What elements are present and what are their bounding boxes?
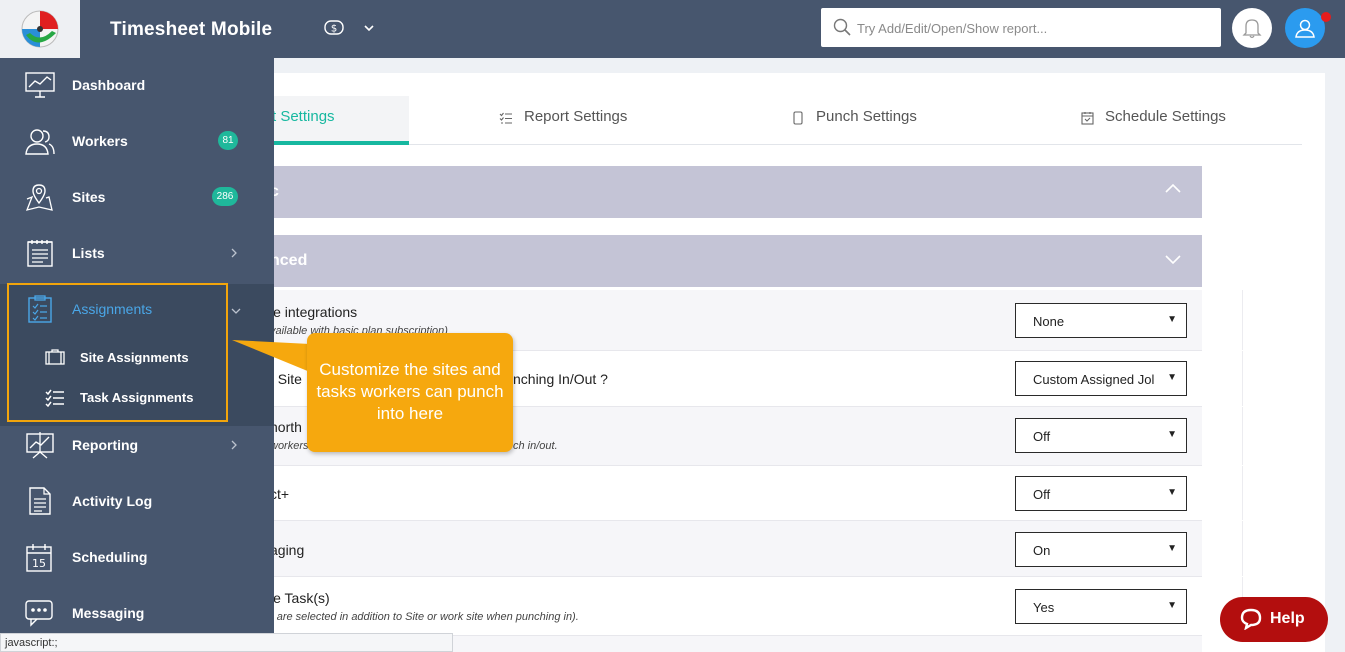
sidebar-item-activity-log[interactable]: Activity Log [0,474,274,530]
top-header: Timesheet Mobile $ [0,0,1345,58]
search-box[interactable] [821,8,1221,47]
user-menu-button[interactable] [1285,8,1325,48]
calendar-icon [1081,112,1094,125]
setting-label: le Task(s) [270,590,330,606]
sidebar-item-label: Activity Log [72,493,153,509]
svg-text:15: 15 [32,557,46,570]
sidebar-item-label: Lists [72,245,105,261]
user-icon [1295,19,1315,38]
list-icon [27,240,53,267]
setting-label: north [270,419,302,435]
setting-description: ) are selected in addition to Site or wo… [270,611,579,623]
tooltip-callout: Customize the sites and tasks workers ca… [307,333,513,452]
sidebar-item-scheduling[interactable]: 15 Scheduling [0,530,274,586]
assignments-highlight-box [7,283,228,422]
map-pin-icon [25,184,53,211]
tab-report-settings[interactable]: Report Settings [524,108,627,125]
help-button[interactable]: Help [1220,597,1328,642]
chevron-down-icon [231,308,241,314]
setting-label: le integrations [270,304,358,320]
integrations-select[interactable]: None ▼ [1015,303,1187,338]
tooltip-pointer [232,340,310,372]
chat-icon [25,600,53,627]
sidebar-item-label: Workers [72,133,128,149]
north-select[interactable]: Off ▼ [1015,418,1187,453]
sidebar-item-label: Messaging [72,605,145,621]
dashboard-icon [25,72,55,98]
chevron-right-icon [231,248,237,258]
task-select[interactable]: Yes ▼ [1015,589,1187,624]
tooltip-text: Customize the sites and tasks workers ca… [316,360,504,423]
ct-plus-select[interactable]: Off ▼ [1015,476,1187,511]
chevron-down-icon[interactable] [362,21,376,35]
sidebar-item-dashboard[interactable]: Dashboard [0,58,274,114]
section-basic[interactable] [240,166,1202,218]
sidebar-item-sites[interactable]: Sites 286 [0,170,274,226]
sidebar-item-lists[interactable]: Lists [0,226,274,282]
section-advanced[interactable] [240,235,1202,287]
chevron-right-icon [231,440,237,450]
tab-schedule-settings[interactable]: Schedule Settings [1105,108,1226,125]
site-list-select[interactable]: Custom Assigned Jol ▼ [1015,361,1187,396]
chevron-down-icon[interactable] [1164,253,1182,267]
section-advanced-title: nced [270,252,308,269]
setting-description-cont: ch in/out. [513,440,558,452]
sites-count-badge: 286 [212,187,238,206]
messaging-select[interactable]: On ▼ [1015,532,1187,567]
browser-status-bar: javascript:; [0,633,453,652]
search-input[interactable] [857,18,1207,38]
tab-account-settings[interactable]: t Settings [272,108,335,125]
search-icon [833,18,851,36]
sidebar-item-label: Scheduling [72,549,148,565]
sidebar-item-label: Dashboard [72,77,146,93]
notification-dot [1321,12,1331,22]
chevron-up-icon[interactable] [1164,182,1182,196]
calendar-icon: 15 [26,544,52,572]
sidebar-item-label: Reporting [72,437,139,453]
checklist-icon [499,112,512,124]
sidebar-item-label: Sites [72,189,106,205]
setting-label-cont: nching In/Out ? [513,371,608,387]
sidebar-item-workers[interactable]: Workers 81 [0,114,274,170]
tab-punch-settings[interactable]: Punch Settings [816,108,917,125]
phone-icon [793,111,803,125]
setting-label: aging [270,542,305,558]
sidebar-item-reporting[interactable]: Reporting [0,418,274,474]
app-logo[interactable] [0,0,80,58]
bell-icon [1242,19,1262,39]
svg-text:$: $ [331,24,337,35]
logo-icon [21,10,59,48]
chart-icon [26,432,54,459]
notifications-button[interactable] [1232,8,1272,48]
document-icon [29,487,51,515]
chat-bubble-icon [1240,608,1262,630]
currency-icon[interactable]: $ [324,19,344,37]
workers-count-badge: 81 [218,131,238,150]
app-title: Timesheet Mobile [110,19,273,40]
workers-icon [25,129,55,155]
help-label: Help [1270,610,1305,627]
setting-description: workers [270,440,309,452]
